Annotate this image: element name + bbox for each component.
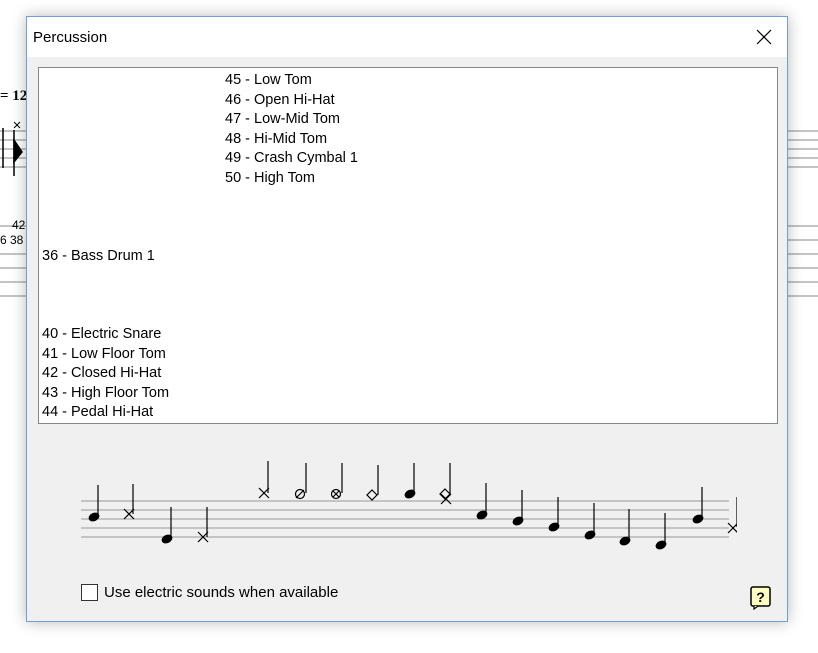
- list-item[interactable]: 43 - High Floor Tom: [42, 384, 169, 404]
- list-item[interactable]: 50 - High Tom: [225, 169, 358, 189]
- tab-number: 6 38: [0, 233, 24, 247]
- close-button[interactable]: [741, 17, 787, 57]
- list-item[interactable]: 41 - Low Floor Tom: [42, 345, 169, 365]
- instrument-list[interactable]: 45 - Low Tom 46 - Open Hi-Hat 47 - Low-M…: [38, 67, 778, 424]
- close-icon: [756, 29, 772, 45]
- list-column-1-top: 36 - Bass Drum 1: [42, 247, 155, 267]
- percussion-dialog: Percussion 45 - Low Tom 46 - Open Hi-Hat…: [26, 16, 788, 622]
- svg-text:?: ?: [756, 589, 765, 605]
- title-bar[interactable]: Percussion: [27, 17, 787, 57]
- electric-sounds-option[interactable]: Use electric sounds when available: [81, 584, 338, 601]
- list-item[interactable]: 36 - Bass Drum 1: [42, 247, 155, 267]
- list-item[interactable]: 44 - Pedal Hi-Hat: [42, 403, 169, 423]
- list-column-1-bottom: 40 - Electric Snare 41 - Low Floor Tom 4…: [42, 325, 169, 423]
- electric-sounds-label: Use electric sounds when available: [104, 584, 339, 601]
- electric-sounds-checkbox[interactable]: [81, 584, 98, 601]
- list-item[interactable]: 47 - Low-Mid Tom: [225, 110, 358, 130]
- list-item[interactable]: 48 - Hi-Mid Tom: [225, 130, 358, 150]
- tab-number: 42: [12, 218, 26, 232]
- notation-preview: [81, 461, 737, 550]
- help-button[interactable]: ?: [750, 586, 772, 611]
- list-column-2: 45 - Low Tom 46 - Open Hi-Hat 47 - Low-M…: [225, 71, 358, 188]
- list-item[interactable]: 46 - Open Hi-Hat: [225, 91, 358, 111]
- list-item[interactable]: 45 - Low Tom: [225, 71, 358, 91]
- list-item[interactable]: 42 - Closed Hi-Hat: [42, 364, 169, 384]
- list-item[interactable]: 40 - Electric Snare: [42, 325, 169, 345]
- dialog-title: Percussion: [33, 29, 108, 46]
- list-item[interactable]: 49 - Crash Cymbal 1: [225, 149, 358, 169]
- tempo-marking: = 12: [0, 88, 28, 104]
- help-icon: ?: [750, 586, 771, 611]
